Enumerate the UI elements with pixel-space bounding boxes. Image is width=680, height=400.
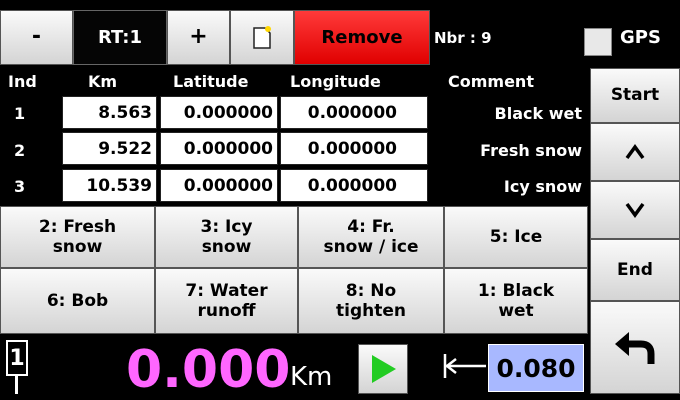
plus-button[interactable]: + xyxy=(167,10,230,65)
km-cell[interactable]: 9.522 xyxy=(62,132,157,165)
back-button[interactable] xyxy=(590,301,680,394)
offset-icon xyxy=(442,352,488,384)
new-document-icon xyxy=(253,25,271,49)
comment-cell: Fresh snow xyxy=(480,141,582,160)
category-button-ice[interactable]: 5: Ice xyxy=(444,206,588,268)
up-button[interactable] xyxy=(590,123,680,181)
latitude-cell[interactable]: 0.000000 xyxy=(160,169,278,202)
km-cell[interactable]: 8.563 xyxy=(62,96,157,129)
minus-button[interactable]: - xyxy=(0,10,73,65)
category-button-fresh-snow-ice[interactable]: 4: Fr. snow / ice xyxy=(298,206,444,268)
category-button-no-tighten[interactable]: 8: No tighten xyxy=(298,268,444,334)
km-cell[interactable]: 10.539 xyxy=(62,169,157,202)
start-button[interactable]: Start xyxy=(590,68,680,123)
gps-label: GPS xyxy=(620,27,661,48)
col-header-latitude: Latitude xyxy=(173,72,249,91)
row-index: 2 xyxy=(14,141,26,160)
latitude-cell[interactable]: 0.000000 xyxy=(160,96,278,129)
category-button-fresh-snow[interactable]: 2: Fresh snow xyxy=(0,206,155,268)
row-index: 3 xyxy=(14,177,26,196)
caret-up-icon xyxy=(625,144,645,160)
down-button[interactable] xyxy=(590,181,680,239)
new-point-button[interactable] xyxy=(230,10,294,65)
row-index: 1 xyxy=(14,104,26,123)
offset-arrow-icon xyxy=(443,354,486,378)
col-header-km: Km xyxy=(88,72,118,91)
remove-button[interactable]: Remove xyxy=(294,10,430,65)
longitude-cell[interactable]: 0.000000 xyxy=(280,132,428,165)
play-button[interactable] xyxy=(358,344,408,394)
col-header-ind: Ind xyxy=(8,72,37,91)
lane-number: 1 xyxy=(6,340,28,376)
gps-checkbox[interactable] xyxy=(584,28,612,56)
route-selector[interactable]: RT:1 xyxy=(73,10,167,65)
comment-cell: Icy snow xyxy=(503,177,582,196)
longitude-cell[interactable]: 0.000000 xyxy=(280,96,428,129)
caret-down-icon xyxy=(625,202,645,218)
latitude-cell[interactable]: 0.000000 xyxy=(160,132,278,165)
category-button-bob[interactable]: 6: Bob xyxy=(0,268,155,334)
longitude-cell[interactable]: 0.000000 xyxy=(280,169,428,202)
category-button-black-wet[interactable]: 1: Black wet xyxy=(444,268,588,334)
col-header-longitude: Longitude xyxy=(290,72,381,91)
point-count: Nbr : 9 xyxy=(434,28,492,47)
offset-value[interactable]: 0.080 xyxy=(488,344,584,392)
category-button-icy-snow[interactable]: 3: Icy snow xyxy=(155,206,298,268)
end-button[interactable]: End xyxy=(590,239,680,301)
play-icon xyxy=(372,355,396,383)
distance-value: 0.000 xyxy=(126,340,291,400)
col-header-comment: Comment xyxy=(448,72,534,91)
lane-stem xyxy=(15,376,18,394)
category-button-water-runoff[interactable]: 7: Water runoff xyxy=(155,268,298,334)
comment-cell: Black wet xyxy=(494,104,582,123)
distance-unit: Km xyxy=(290,362,333,392)
undo-arrow-icon xyxy=(615,331,655,364)
